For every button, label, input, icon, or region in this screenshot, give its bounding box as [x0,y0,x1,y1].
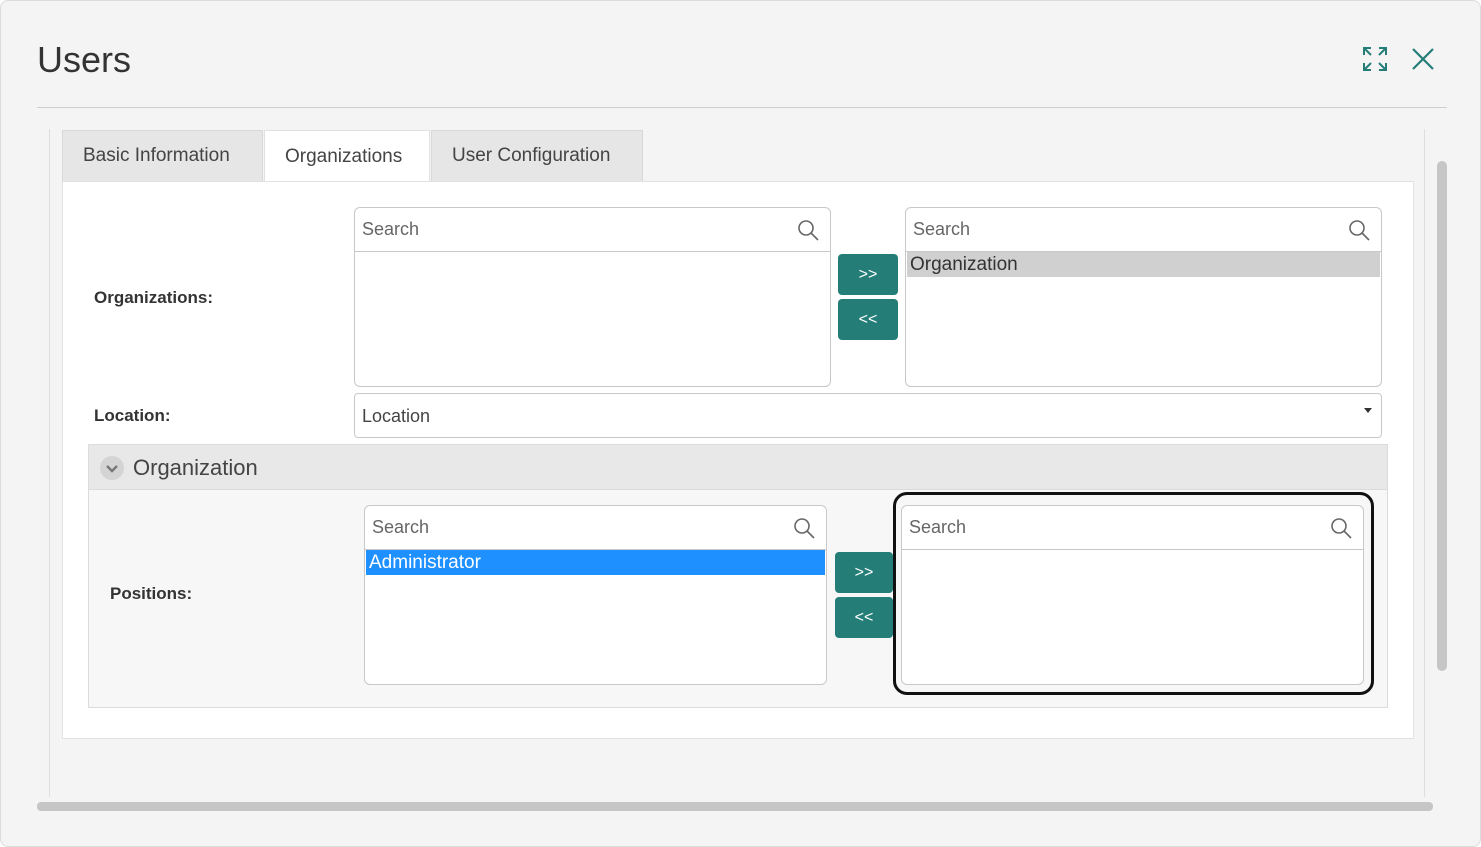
organization-section-header[interactable]: Organization [89,445,1387,490]
available-positions-list[interactable]: Administrator [364,505,827,685]
add-organization-button[interactable]: >> [838,254,898,295]
selected-positions-search-input[interactable] [902,506,1363,549]
list-item-administrator[interactable]: Administrator [366,550,825,575]
remove-organization-button[interactable]: << [838,299,898,340]
search-icon[interactable] [792,516,816,540]
chevron-down-icon[interactable] [100,456,124,480]
organizations-label: Organizations: [94,288,214,307]
tab-basic-information[interactable]: Basic Information [62,130,263,181]
organizations-panel: Organizations: >> << Organiz [62,181,1414,739]
remove-position-button[interactable]: << [835,597,893,638]
organization-section-title: Organization [133,455,258,480]
vertical-scrollbar[interactable] [1437,161,1447,671]
header-divider [37,107,1447,108]
chevron-down-icon [1364,408,1372,413]
dialog-content: Basic Information Organizations User Con… [49,129,1425,797]
horizontal-scrollbar[interactable] [37,802,1433,811]
search-icon[interactable] [1329,516,1353,540]
add-position-button[interactable]: >> [835,552,893,593]
list-item-organization[interactable]: Organization [907,252,1380,277]
available-organizations-search [355,208,830,252]
organization-section: Organization Positions: Administrator >>… [88,444,1388,708]
users-dialog: Users Basic Information Organizations Us… [0,0,1481,847]
available-organizations-search-input[interactable] [355,208,830,251]
selected-positions-search [902,506,1363,550]
available-positions-search [365,506,826,550]
selected-positions-list[interactable] [901,505,1364,685]
available-organizations-list[interactable] [354,207,831,387]
search-icon[interactable] [1347,218,1371,242]
dialog-title: Users [37,39,132,80]
close-icon[interactable] [1409,45,1437,73]
tab-user-configuration[interactable]: User Configuration [431,130,643,181]
selected-organizations-search [906,208,1381,252]
location-select[interactable]: Location [354,393,1382,438]
expand-icon[interactable] [1361,45,1389,73]
location-label: Location: [94,406,171,425]
tab-organizations[interactable]: Organizations [264,130,430,182]
selected-organizations-list[interactable]: Organization [905,207,1382,387]
selected-organizations-search-input[interactable] [906,208,1381,251]
available-positions-search-input[interactable] [365,506,826,549]
positions-label: Positions: [110,584,193,603]
search-icon[interactable] [796,218,820,242]
tab-bar: Basic Information Organizations User Con… [62,130,644,182]
location-select-value: Location [362,406,431,426]
